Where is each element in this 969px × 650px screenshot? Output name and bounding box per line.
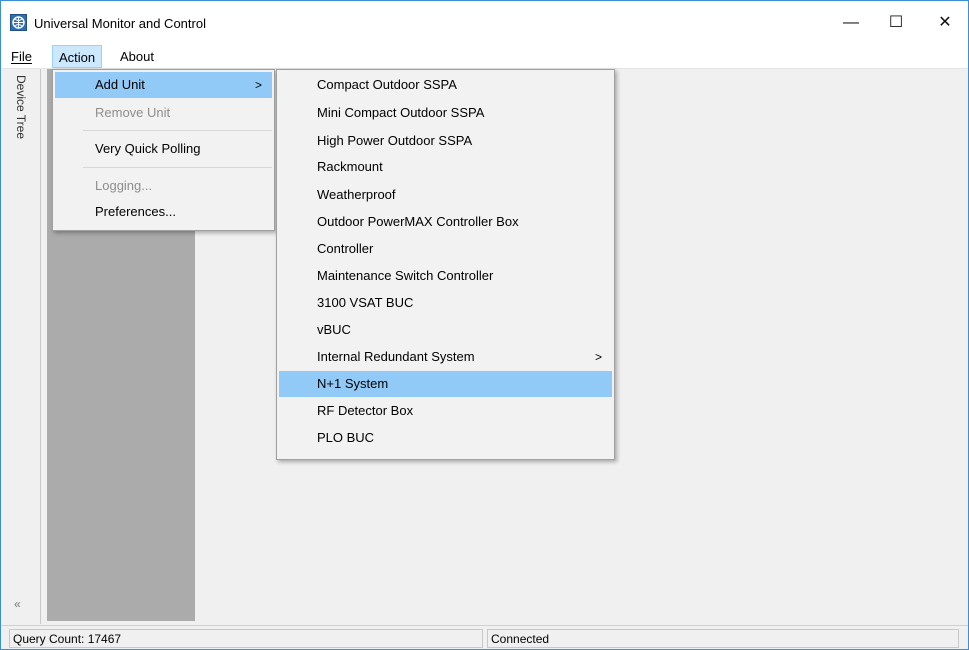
minimize-button[interactable]: — [828,1,874,45]
maximize-button[interactable]: ☐ [873,1,919,45]
menu-item-label: High Power Outdoor SSPA [317,133,473,148]
menu-item-preferences[interactable]: Preferences... [55,199,272,225]
menu-item-label: Rackmount [317,159,383,174]
menu-item-logging[interactable]: Logging... [55,173,272,199]
menu-item-label: Mini Compact Outdoor SSPA [317,105,485,120]
menu-item-label: Very Quick Polling [95,141,201,156]
submenu-item-controller[interactable]: Controller [279,236,612,262]
submenu-arrow-icon: > [254,78,262,92]
submenu-item-plo-buc[interactable]: PLO BUC [279,425,612,451]
submenu-item-compact-outdoor-sspa[interactable]: Compact Outdoor SSPA [279,72,612,98]
action-menu: Add Unit > Remove Unit Very Quick Pollin… [52,69,275,231]
submenu-item-n-plus-1-system[interactable]: N+1 System [279,371,612,397]
app-globe-icon [10,14,27,31]
menu-item-label: Weatherproof [317,187,396,202]
menu-item-label: Outdoor PowerMAX Controller Box [317,214,519,229]
menu-file[interactable]: File [5,45,38,68]
menu-item-label: RF Detector Box [317,403,414,418]
submenu-item-vbuc[interactable]: vBUC [279,317,612,343]
submenu-arrow-icon: > [594,350,602,364]
menu-item-label: Compact Outdoor SSPA [317,77,457,92]
menu-item-label: vBUC [317,322,351,337]
menu-item-label: Internal Redundant System [317,349,475,364]
menu-action-label: Action [59,50,96,65]
menu-item-label: 3100 VSAT BUC [317,295,414,310]
submenu-item-3100-vsat-buc[interactable]: 3100 VSAT BUC [279,290,612,316]
menu-item-label: Preferences... [95,204,176,219]
submenu-item-maintenance-switch-controller[interactable]: Maintenance Switch Controller [279,263,612,289]
menu-about-label: About [120,49,154,64]
menu-bar: File Action About [1,45,968,69]
menu-item-very-quick-polling[interactable]: Very Quick Polling [55,136,272,162]
menu-item-label: PLO BUC [317,430,375,445]
menu-item-label: Maintenance Switch Controller [317,268,494,283]
menu-item-add-unit[interactable]: Add Unit > [55,72,272,98]
device-tree-strip[interactable]: Device Tree « [4,69,41,624]
close-button[interactable]: ✕ [922,1,968,45]
connection-status: Connected [487,629,959,648]
submenu-item-outdoor-powermax-controller-box[interactable]: Outdoor PowerMAX Controller Box [279,209,612,235]
app-window: Universal Monitor and Control — ☐ ✕ File… [0,0,969,650]
add-unit-submenu: Compact Outdoor SSPA Mini Compact Outdoo… [276,69,615,460]
menu-item-remove-unit[interactable]: Remove Unit [55,100,272,126]
menu-about[interactable]: About [114,45,160,68]
device-tree-label: Device Tree [14,75,28,140]
submenu-item-high-power-outdoor-sspa[interactable]: High Power Outdoor SSPA [279,128,612,154]
submenu-item-rackmount[interactable]: Rackmount [279,154,612,180]
menu-item-label: Logging... [95,178,153,193]
submenu-item-internal-redundant-system[interactable]: Internal Redundant System > [279,344,612,370]
menu-item-label: Remove Unit [95,105,171,120]
menu-separator [83,167,272,168]
window-title: Universal Monitor and Control [34,16,206,31]
title-bar: Universal Monitor and Control — ☐ ✕ [1,1,968,45]
menu-action[interactable]: Action [52,45,103,68]
collapse-chevron-icon[interactable]: « [14,597,21,611]
menu-item-label: N+1 System [317,376,389,391]
submenu-item-rf-detector-box[interactable]: RF Detector Box [279,398,612,424]
status-bar: Query Count: 17467 Connected [1,625,968,649]
menu-item-label: Add Unit [95,77,145,92]
menu-item-label: Controller [317,241,374,256]
query-count-status: Query Count: 17467 [9,629,483,648]
menu-separator [83,130,272,131]
menu-file-label: File [11,49,32,64]
submenu-item-mini-compact-outdoor-sspa[interactable]: Mini Compact Outdoor SSPA [279,100,612,126]
submenu-item-weatherproof[interactable]: Weatherproof [279,182,612,208]
